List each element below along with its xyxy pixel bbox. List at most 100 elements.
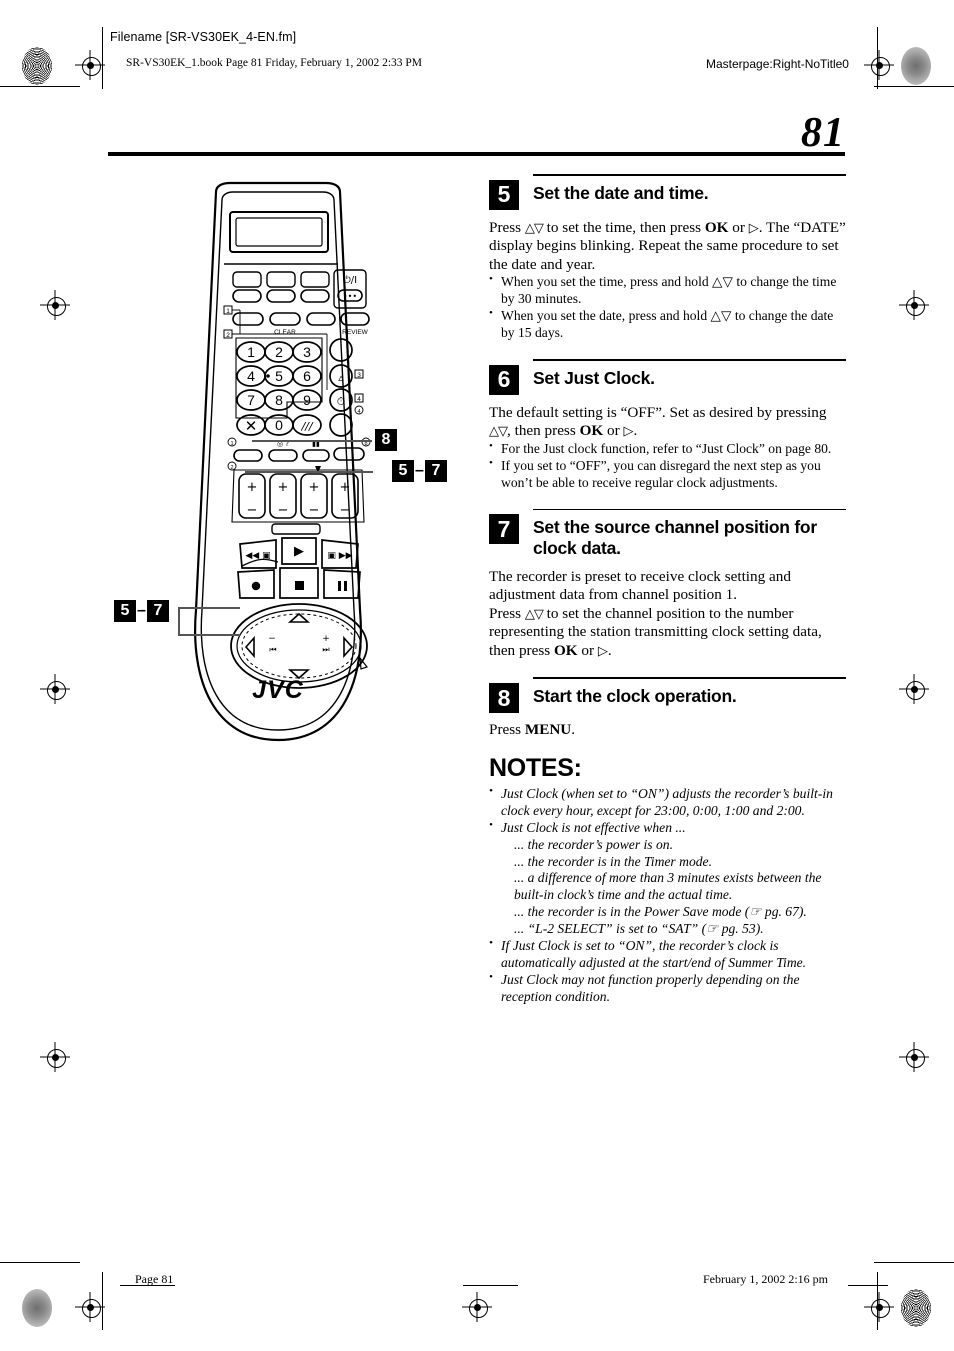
registration-dot-bottom-right	[901, 1289, 931, 1327]
crop-line-top-left	[0, 86, 80, 87]
callout-5-box: 5	[392, 460, 414, 482]
svg-text:▶: ▶	[294, 544, 304, 559]
svg-text:4: 4	[247, 368, 255, 384]
index-mark-4: 4	[357, 396, 361, 403]
s5-ok: OK	[704, 218, 729, 236]
list-item: If Just Clock is set to “ON”, the record…	[489, 937, 846, 972]
index-mark-3: 3	[357, 372, 361, 379]
updown-arrows-icon: △▽	[524, 606, 544, 622]
instructions-column: 5 Set the date and time. Press △▽ to set…	[489, 174, 846, 1006]
s6-t3: or	[603, 422, 624, 440]
svg-text:5: 5	[275, 368, 283, 384]
step-8: 8 Start the clock operation. Press MENU.	[489, 677, 846, 739]
svg-text:▣ ▶▶: ▣ ▶▶	[327, 551, 352, 561]
margin-line-bottom-left	[102, 1272, 103, 1330]
step-6-paragraph: The default setting is “OFF”. Set as des…	[489, 404, 846, 441]
step-7-title: Set the source channel position for cloc…	[533, 517, 817, 559]
margin-line-top-left	[102, 27, 103, 89]
index-mark-1: 1	[226, 308, 230, 315]
svg-text:⏭: ⏭	[322, 645, 329, 654]
step-6-number: 6	[489, 364, 519, 395]
leader-line-down	[178, 634, 240, 636]
svg-text:6: 6	[303, 368, 311, 384]
s6-ok: OK	[579, 422, 604, 440]
svg-text:9: 9	[303, 392, 311, 408]
step-6-title: Set Just Clock.	[533, 367, 655, 388]
list-item: For the Just clock function, refer to “J…	[489, 440, 846, 458]
leader-line-bracket	[178, 607, 180, 636]
s6-t4: .	[633, 422, 638, 440]
s5-t3: or	[728, 218, 749, 236]
svg-text:−: −	[278, 503, 289, 518]
svg-text:8: 8	[275, 392, 283, 408]
review-label: REVIEW	[342, 329, 369, 336]
callout-8: 8	[375, 429, 397, 451]
svg-text:−: −	[340, 503, 351, 518]
nav-right-icon	[343, 635, 354, 659]
step-8-number: 8	[489, 683, 519, 714]
step-7-paragraph-1: The recorder is preset to receive clock …	[489, 567, 791, 604]
crop-line-bottom-right	[874, 1262, 954, 1263]
list-item: Just Clock is not effective when ... ...…	[489, 819, 846, 939]
timer-clock-icon: ⏱	[337, 395, 346, 408]
step-7-heading: 7 Set the source channel position for cl…	[489, 514, 846, 558]
reg-mark-bottom-right	[864, 1292, 894, 1322]
s5-t1: Press	[489, 218, 525, 236]
list-item: Just Clock (when set to “ON”) adjusts th…	[489, 785, 846, 820]
crop-line-bottom-left	[0, 1262, 80, 1263]
updown-arrows-icon: △▽	[524, 220, 544, 236]
callout-5-box-left: 5	[114, 600, 136, 622]
footer-rule-center	[463, 1285, 518, 1286]
note-text: Just Clock may not function properly dep…	[501, 972, 800, 1005]
footer-rule-left	[120, 1285, 175, 1286]
plus-minus-bank: + + + + − − − −	[247, 480, 351, 518]
list-item: Just Clock may not function properly dep…	[489, 971, 846, 1006]
clear-label: CLEAR	[274, 329, 296, 336]
s7-t2: Press	[489, 604, 525, 622]
leader-line-5-7-right	[245, 471, 373, 473]
step-5-paragraph: Press △▽ to set the time, then press OK …	[489, 219, 846, 275]
callout-dash: –	[415, 462, 424, 479]
s6-t2: , then press	[507, 422, 580, 440]
trim-mark-right-3	[899, 1042, 929, 1072]
registration-dot-top-right	[901, 47, 931, 85]
step-5: 5 Set the date and time. Press △▽ to set…	[489, 174, 846, 342]
page-number: 81	[801, 110, 845, 156]
note-sub: ... the recorder is in the Power Save mo…	[514, 904, 807, 920]
jog-labels: − + ⏮ ⏭	[268, 634, 330, 654]
s7-t5: .	[607, 641, 612, 659]
page-canvas: Filename [SR-VS30EK_4-EN.fm] SR-VS30EK_1…	[0, 0, 954, 1351]
svg-text:−: −	[309, 503, 320, 518]
note-sub: ... a difference of more than 3 minutes …	[514, 870, 822, 903]
antenna-icon: ▵	[338, 371, 344, 384]
notes-heading: NOTES:	[489, 753, 582, 782]
index-mark-2: 2	[226, 332, 230, 339]
right-triangle-icon: ▷	[748, 220, 759, 236]
notes-list: Just Clock (when set to “ON”) adjusts th…	[489, 785, 846, 1007]
step-6-rule	[533, 359, 846, 361]
s5-t2: to set the time, then press	[542, 218, 705, 236]
header-rule	[108, 152, 845, 156]
callout-8-box: 8	[375, 429, 397, 451]
step-7-paragraph-2: Press △▽ to set the channel position to …	[489, 605, 846, 661]
leader-line-8	[252, 440, 372, 442]
svg-text:1: 1	[247, 344, 255, 360]
svg-text:0: 0	[275, 417, 283, 433]
step-7-body: The recorder is preset to receive clock …	[489, 568, 846, 661]
note-sub: ... the recorder is in the Timer mode.	[514, 853, 712, 869]
speed-icon: ///	[300, 420, 313, 433]
svg-text:7: 7	[247, 392, 255, 408]
note-text: Just Clock (when set to “ON”) adjusts th…	[501, 785, 833, 818]
s8-menu: MENU	[524, 721, 572, 739]
cancel-x-icon: ✕	[245, 417, 258, 435]
record-icon	[251, 581, 261, 591]
book-info-line: SR-VS30EK_1.book Page 81 Friday, Februar…	[126, 57, 423, 69]
s7-t4: or	[577, 641, 598, 659]
step-5-body: Press △▽ to set the time, then press OK …	[489, 219, 846, 343]
svg-text:+: +	[278, 480, 289, 495]
list-item: When you set the time, press and hold △▽…	[489, 273, 846, 308]
reg-mark-bottom-center	[462, 1292, 492, 1322]
trim-mark-left	[40, 290, 70, 320]
callout-dash-left: –	[137, 602, 146, 619]
step-7: 7 Set the source channel position for cl…	[489, 508, 846, 661]
